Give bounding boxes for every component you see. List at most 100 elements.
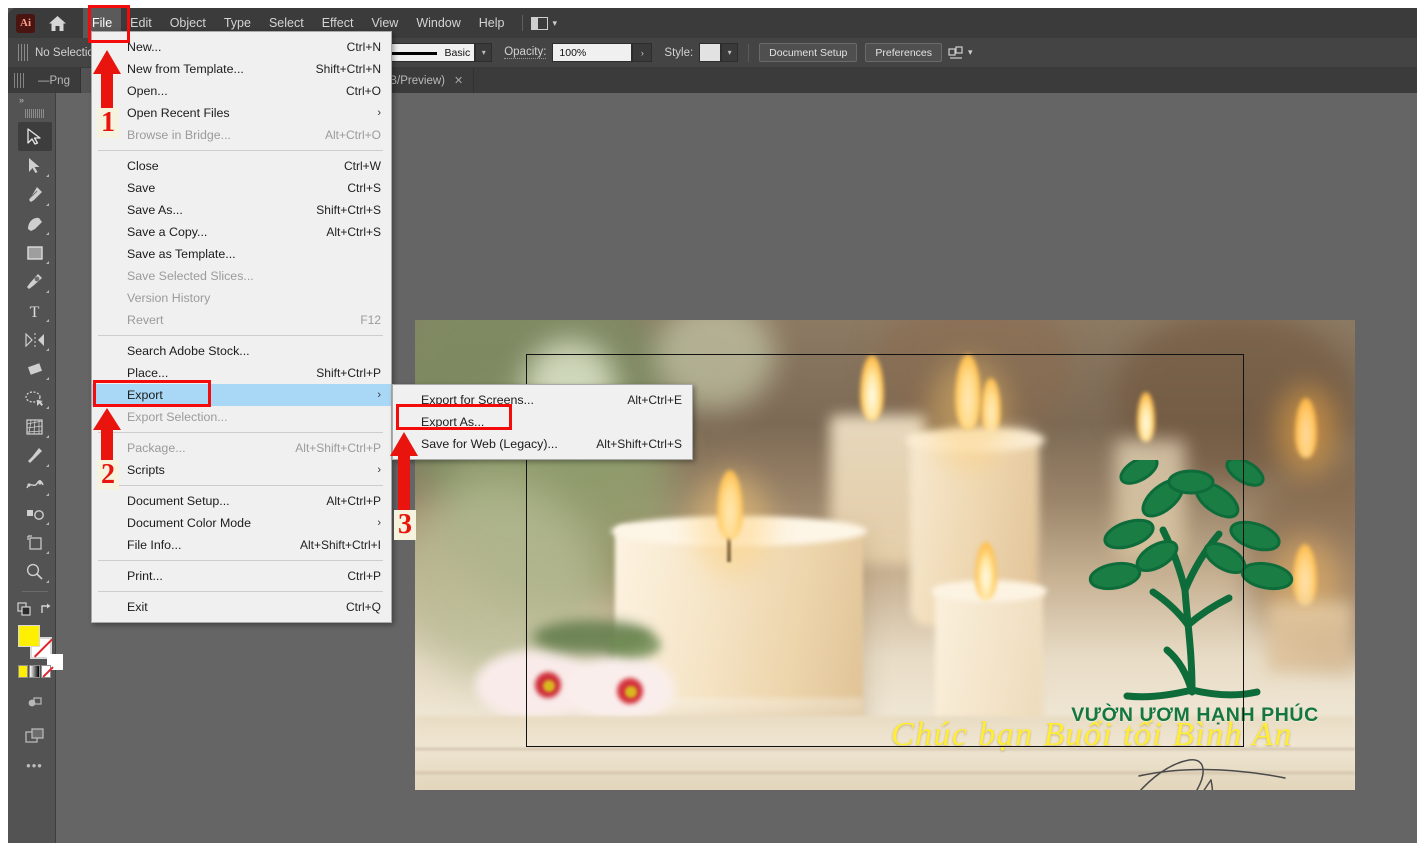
opacity-value[interactable]: 100%	[552, 43, 633, 62]
fill-and-stroke-swatch[interactable]	[17, 625, 63, 670]
perspective-grid-tool[interactable]	[18, 412, 52, 441]
file-menu-item[interactable]: Search Adobe Stock...	[92, 340, 391, 362]
menu-window[interactable]: Window	[407, 8, 469, 38]
file-menu-item-shortcut: Alt+Ctrl+P	[326, 494, 381, 508]
document-tab[interactable]: —Png	[28, 68, 81, 93]
file-menu-item-shortcut: Alt+Ctrl+S	[326, 225, 381, 239]
graphic-style-swatch[interactable]	[699, 43, 722, 62]
export-submenu[interactable]: Export for Screens... Alt+Ctrl+E Export As…	[392, 384, 693, 460]
file-menu-item[interactable]: Open Recent Files ›	[92, 102, 391, 124]
stroke-dropdown-icon[interactable]: ▾	[475, 43, 493, 62]
file-menu-item: Revert F12	[92, 309, 391, 331]
preferences-button[interactable]: Preferences	[865, 43, 943, 62]
file-menu-item[interactable]: Document Color Mode ›	[92, 512, 391, 534]
file-menu-item-label: Open...	[127, 84, 168, 98]
file-menu-item-shortcut: Ctrl+S	[347, 181, 381, 195]
file-menu-item[interactable]: New... Ctrl+N	[92, 36, 391, 58]
shape-builder-tool[interactable]	[18, 354, 52, 383]
screen-mode-icon[interactable]	[18, 721, 52, 750]
swap-shapes-icon	[16, 601, 31, 616]
style-dropdown-icon[interactable]: ▾	[721, 43, 739, 62]
curvature-tool[interactable]	[18, 209, 52, 238]
fill-stroke-controls[interactable]	[14, 597, 55, 621]
file-menu-item[interactable]: Scripts ›	[92, 459, 391, 481]
file-menu-item[interactable]: Exit Ctrl+Q	[92, 596, 391, 618]
document-setup-button[interactable]: Document Setup	[759, 43, 858, 62]
opacity-options-icon[interactable]: ›	[632, 43, 653, 62]
none-button[interactable]	[41, 665, 52, 678]
file-menu-item-label: Export Selection...	[127, 410, 228, 424]
file-dropdown-menu[interactable]: New... Ctrl+N New from Template... Shift+Ct…	[91, 31, 392, 623]
opacity-label[interactable]: Opacity:	[504, 46, 547, 59]
fill-swatch[interactable]	[17, 625, 40, 647]
file-menu-item-shortcut: Ctrl+P	[347, 569, 381, 583]
file-menu-item[interactable]: File Info... Alt+Shift+Ctrl+I	[92, 534, 391, 556]
file-menu-item[interactable]: Save as Template...	[92, 243, 391, 265]
file-menu-item[interactable]: Place... Shift+Ctrl+P	[92, 362, 391, 384]
close-tab-icon[interactable]: ✕	[454, 74, 463, 87]
file-menu-item[interactable]: Close Ctrl+W	[92, 155, 391, 177]
tools-panel[interactable]: » T •••	[14, 93, 63, 843]
file-menu-item[interactable]: Save a Copy... Alt+Ctrl+S	[92, 221, 391, 243]
file-menu-item-label: Print...	[127, 569, 163, 583]
file-menu-item[interactable]: Save As... Shift+Ctrl+S	[92, 199, 391, 221]
step-number-2: 2	[97, 460, 119, 490]
direct-selection-tool[interactable]	[18, 151, 52, 180]
zoom-tool[interactable]	[18, 557, 52, 586]
file-menu-item: Save Selected Slices...	[92, 265, 391, 287]
eyedropper-tool[interactable]	[18, 441, 52, 470]
file-menu-item-shortcut: Shift+Ctrl+P	[316, 366, 381, 380]
file-menu-item[interactable]: Export ›	[92, 384, 391, 406]
file-menu-item: Package... Alt+Shift+Ctrl+P	[92, 437, 391, 459]
file-menu-item-shortcut: Alt+Shift+Ctrl+P	[295, 441, 381, 455]
type-tool[interactable]: T	[18, 296, 52, 325]
file-menu-item[interactable]: Open... Ctrl+O	[92, 80, 391, 102]
collapse-tools-icon[interactable]: »	[14, 93, 55, 107]
file-menu-item[interactable]: Save Ctrl+S	[92, 177, 391, 199]
export-submenu-item[interactable]: Export As...	[393, 411, 692, 433]
file-menu-item[interactable]: New from Template... Shift+Ctrl+N	[92, 58, 391, 80]
color-button[interactable]	[17, 665, 28, 678]
file-menu-item-shortcut: Ctrl+N	[346, 40, 381, 54]
menu-help[interactable]: Help	[470, 8, 514, 38]
reflect-tool[interactable]	[18, 325, 52, 354]
arrange-documents-icon[interactable]: ▾	[530, 16, 557, 30]
file-menu-item: Browse in Bridge... Alt+Ctrl+O	[92, 124, 391, 146]
file-menu-item-shortcut: Ctrl+W	[344, 159, 381, 173]
lasso-tool[interactable]	[18, 383, 52, 412]
edit-toolbar-icon[interactable]: •••	[14, 758, 55, 773]
color-mode-buttons[interactable]	[17, 665, 52, 678]
artboard-tool[interactable]	[18, 528, 52, 557]
selection-tool[interactable]	[17, 122, 52, 151]
file-menu-item-label: New...	[127, 40, 162, 54]
file-menu-item-shortcut: Ctrl+O	[345, 84, 381, 98]
step-number-3: 3	[394, 510, 416, 540]
align-anchor-icon[interactable]: ▾	[948, 45, 973, 60]
panel-grip[interactable]	[24, 109, 45, 118]
home-icon[interactable]	[45, 12, 69, 34]
export-submenu-item[interactable]: Save for Web (Legacy)... Alt+Shift+Ctrl+S	[393, 433, 692, 455]
file-menu-item-label: Open Recent Files	[127, 106, 230, 120]
file-menu-item: Version History	[92, 287, 391, 309]
drawing-modes-icon[interactable]	[18, 688, 52, 717]
file-menu-item-label: Document Setup...	[127, 494, 230, 508]
file-menu-item-shortcut: Alt+Ctrl+O	[324, 128, 381, 142]
file-menu-item: Export Selection...	[92, 406, 391, 428]
file-menu-item-label: Scripts	[127, 463, 165, 477]
rectangle-tool[interactable]	[18, 238, 52, 267]
file-menu-item-shortcut: Alt+Shift+Ctrl+I	[299, 538, 381, 552]
blend-tool[interactable]	[18, 470, 52, 499]
greeting-text: Chúc bạn Buổi tối Bình An	[891, 716, 1293, 753]
symbol-sprayer-tool[interactable]	[18, 499, 52, 528]
tab-bar-grip[interactable]	[14, 73, 24, 88]
svg-text:T: T	[30, 304, 40, 319]
file-menu-item-label: Revert	[127, 313, 164, 327]
file-menu-item[interactable]: Print... Ctrl+P	[92, 565, 391, 587]
submenu-chevron-icon: ›	[377, 517, 381, 529]
paintbrush-tool[interactable]	[18, 267, 52, 296]
pen-tool[interactable]	[18, 180, 52, 209]
export-submenu-item[interactable]: Export for Screens... Alt+Ctrl+E	[393, 389, 692, 411]
control-bar-grip[interactable]	[18, 44, 28, 61]
file-menu-item[interactable]: Document Setup... Alt+Ctrl+P	[92, 490, 391, 512]
gradient-button[interactable]	[29, 665, 40, 678]
